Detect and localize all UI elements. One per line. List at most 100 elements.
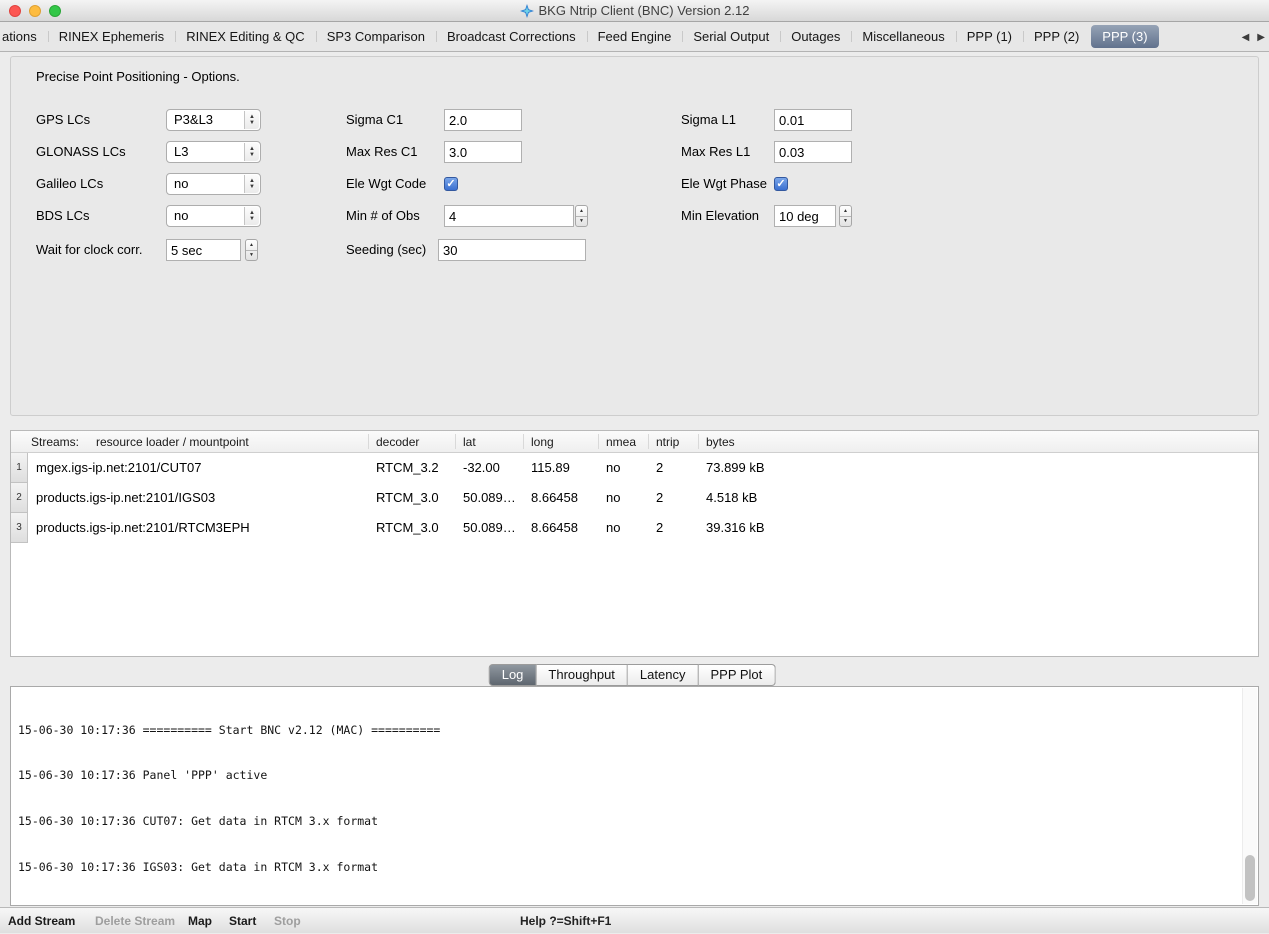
cell-bytes: 39.316 kB xyxy=(706,513,765,543)
tab-broadcast-corrections[interactable]: Broadcast Corrections xyxy=(436,22,587,51)
max-res-l1-input[interactable] xyxy=(774,141,852,163)
panel-title: Precise Point Positioning - Options. xyxy=(36,69,240,84)
max-res-c1-input[interactable] xyxy=(444,141,522,163)
start-button[interactable]: Start xyxy=(229,908,256,934)
gps-lcs-label: GPS LCs xyxy=(36,109,90,131)
wait-clock-stepper[interactable]: ▲ ▼ xyxy=(245,239,258,261)
map-button[interactable]: Map xyxy=(188,908,212,934)
streams-table-header: Streams: resource loader / mountpoint de… xyxy=(11,431,1258,453)
stepper-up-icon[interactable]: ▲ xyxy=(840,206,851,216)
ppp-options-panel: Precise Point Positioning - Options. GPS… xyxy=(10,56,1259,416)
glonass-lcs-combobox[interactable]: L3 ▲▼ xyxy=(166,141,261,163)
sigma-l1-label: Sigma L1 xyxy=(681,109,736,131)
streams-title: Streams: xyxy=(31,431,79,453)
max-res-l1-label: Max Res L1 xyxy=(681,141,750,163)
tab-log[interactable]: Log xyxy=(489,664,537,686)
ele-wgt-code-label: Ele Wgt Code xyxy=(346,173,426,195)
bds-lcs-value: no xyxy=(174,208,188,223)
stepper-down-icon[interactable]: ▼ xyxy=(246,250,257,261)
ele-wgt-phase-label: Ele Wgt Phase xyxy=(681,173,767,195)
combo-arrows-icon: ▲▼ xyxy=(244,143,259,161)
tab-sp3-comparison[interactable]: SP3 Comparison xyxy=(316,22,436,51)
add-stream-button[interactable]: Add Stream xyxy=(8,908,75,934)
column-mountpoint: resource loader / mountpoint xyxy=(96,431,249,453)
stepper-up-icon[interactable]: ▲ xyxy=(246,240,257,250)
gps-lcs-value: P3&L3 xyxy=(174,112,213,127)
max-res-c1-label: Max Res C1 xyxy=(346,141,418,163)
tab-ppp-2[interactable]: PPP (2) xyxy=(1023,22,1090,51)
seeding-input[interactable] xyxy=(438,239,586,261)
check-icon: ✓ xyxy=(776,178,785,190)
bds-lcs-combobox[interactable]: no ▲▼ xyxy=(166,205,261,227)
title-bar[interactable]: BKG Ntrip Client (BNC) Version 2.12 xyxy=(0,0,1269,22)
log-line: 15-06-30 10:17:36 ========== Start BNC v… xyxy=(18,723,1240,738)
cell-lat: 50.089… xyxy=(463,513,516,543)
stop-button[interactable]: Stop xyxy=(274,908,301,934)
tab-scroll-right-icon[interactable]: ▶ xyxy=(1257,32,1265,43)
stepper-down-icon[interactable]: ▼ xyxy=(576,216,587,227)
delete-stream-button[interactable]: Delete Stream xyxy=(95,908,175,934)
log-scrollbar[interactable] xyxy=(1242,688,1257,904)
wait-clock-label: Wait for clock corr. xyxy=(36,239,142,261)
row-number: 1 xyxy=(11,453,28,483)
cell-decoder: RTCM_3.0 xyxy=(376,513,439,543)
tab-rinex-ephemeris[interactable]: RINEX Ephemeris xyxy=(48,22,175,51)
ele-wgt-code-checkbox[interactable]: ✓ xyxy=(444,177,458,191)
column-nmea: nmea xyxy=(606,431,636,453)
cell-nmea: no xyxy=(606,513,620,543)
min-obs-input[interactable] xyxy=(444,205,574,227)
tab-ppp-3[interactable]: PPP (3) xyxy=(1091,25,1158,48)
log-line: 15-06-30 10:17:36 Panel 'PPP' active xyxy=(18,768,1240,783)
cell-nmea: no xyxy=(606,453,620,483)
output-tab-bar: Log Throughput Latency PPP Plot xyxy=(489,664,776,686)
cell-ntrip: 2 xyxy=(656,483,663,513)
table-row[interactable]: 3 products.igs-ip.net:2101/RTCM3EPH RTCM… xyxy=(11,513,1258,543)
tab-ppp-1[interactable]: PPP (1) xyxy=(956,22,1023,51)
cell-ntrip: 2 xyxy=(656,513,663,543)
cell-ntrip: 2 xyxy=(656,453,663,483)
app-icon xyxy=(520,4,534,18)
column-separator xyxy=(368,434,369,449)
column-ntrip: ntrip xyxy=(656,431,679,453)
stepper-down-icon[interactable]: ▼ xyxy=(840,216,851,227)
tab-throughput[interactable]: Throughput xyxy=(536,664,628,686)
tab-serial-output[interactable]: Serial Output xyxy=(682,22,780,51)
min-obs-stepper[interactable]: ▲ ▼ xyxy=(575,205,588,227)
tab-rinex-editing-qc[interactable]: RINEX Editing & QC xyxy=(175,22,316,51)
column-separator xyxy=(455,434,456,449)
sigma-c1-input[interactable] xyxy=(444,109,522,131)
app-window: BKG Ntrip Client (BNC) Version 2.12 atio… xyxy=(0,0,1269,933)
tab-ppp-plot[interactable]: PPP Plot xyxy=(698,664,775,686)
cell-lat: 50.089… xyxy=(463,483,516,513)
wait-clock-input[interactable] xyxy=(166,239,241,261)
cell-lat: -32.00 xyxy=(463,453,500,483)
tab-feed-engine[interactable]: Feed Engine xyxy=(587,22,683,51)
glonass-lcs-label: GLONASS LCs xyxy=(36,141,126,163)
row-number: 2 xyxy=(11,483,28,513)
log-line: 15-06-30 10:17:36 IGS03: Get data in RTC… xyxy=(18,860,1240,875)
sigma-l1-input[interactable] xyxy=(774,109,852,131)
seeding-label: Seeding (sec) xyxy=(346,239,426,261)
tab-scroll-left-icon[interactable]: ◀ xyxy=(1242,32,1250,43)
scrollbar-thumb[interactable] xyxy=(1245,855,1255,901)
min-elevation-stepper[interactable]: ▲ ▼ xyxy=(839,205,852,227)
min-elevation-input[interactable] xyxy=(774,205,836,227)
cell-bytes: 73.899 kB xyxy=(706,453,765,483)
log-panel[interactable]: 15-06-30 10:17:36 ========== Start BNC v… xyxy=(10,686,1259,906)
table-row[interactable]: 2 products.igs-ip.net:2101/IGS03 RTCM_3.… xyxy=(11,483,1258,513)
table-row[interactable]: 1 mgex.igs-ip.net:2101/CUT07 RTCM_3.2 -3… xyxy=(11,453,1258,483)
tab-outages[interactable]: Outages xyxy=(780,22,851,51)
streams-table[interactable]: Streams: resource loader / mountpoint de… xyxy=(10,430,1259,657)
tab-miscellaneous[interactable]: Miscellaneous xyxy=(851,22,955,51)
tab-bar: ations RINEX Ephemeris RINEX Editing & Q… xyxy=(0,22,1269,52)
column-long: long xyxy=(531,431,554,453)
min-elevation-label: Min Elevation xyxy=(681,205,759,227)
stepper-up-icon[interactable]: ▲ xyxy=(576,206,587,216)
bottom-toolbar: Add Stream Delete Stream Map Start Stop … xyxy=(0,907,1269,933)
gps-lcs-combobox[interactable]: P3&L3 ▲▼ xyxy=(166,109,261,131)
cell-long: 115.89 xyxy=(531,453,570,483)
tab-latency[interactable]: Latency xyxy=(628,664,699,686)
ele-wgt-phase-checkbox[interactable]: ✓ xyxy=(774,177,788,191)
tab-rinex-observations[interactable]: ations xyxy=(0,22,48,51)
galileo-lcs-combobox[interactable]: no ▲▼ xyxy=(166,173,261,195)
